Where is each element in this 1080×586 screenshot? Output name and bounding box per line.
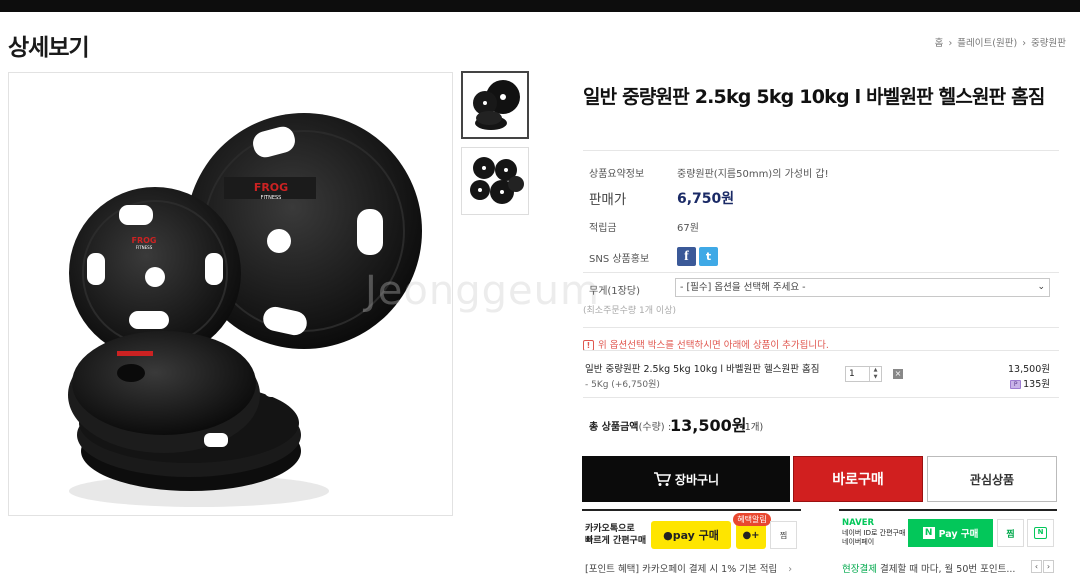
sns-label: SNS 상품홍보 xyxy=(589,254,650,265)
option-label: 무게(1장당) xyxy=(589,286,640,297)
naver-event-body: 결제할 때 마다, 월 50번 포인트... xyxy=(880,564,1016,575)
buy-now-button[interactable]: 바로구매 xyxy=(793,456,923,502)
total-label: 총 상품금액(수량) : xyxy=(589,418,671,433)
talk-icon: N xyxy=(1034,527,1047,539)
total-count: (1개) xyxy=(741,422,764,433)
naver-sub-line2: 네이버페이 xyxy=(842,538,875,546)
selected-item-name: 일반 중량원판 2.5kg 5kg 10kg l 바벨원판 헬스원판 홈짐 xyxy=(585,364,820,375)
selected-item-option: - 5Kg (+6,750원) xyxy=(585,380,660,390)
next-arrow-icon[interactable]: › xyxy=(1043,560,1054,573)
naver-zzim-button[interactable]: 찜 xyxy=(997,519,1024,547)
quantity-stepper[interactable]: 1 ▲ ▼ xyxy=(845,366,882,382)
selected-item-point: P 135원 xyxy=(1010,376,1050,390)
naver-event-green: 현장결제 xyxy=(842,564,877,575)
naver-n-icon: N xyxy=(922,527,935,539)
naver-pay-button[interactable]: N Pay 구매 xyxy=(908,519,993,547)
naver-logo: NAVER xyxy=(842,518,875,528)
prev-arrow-icon[interactable]: ‹ xyxy=(1031,560,1042,573)
divider xyxy=(583,327,1059,328)
weight-plates-image: FROG FITNESS FROG FITNESS xyxy=(68,113,422,507)
kakao-benefit-badge: 혜택알림 xyxy=(733,513,771,526)
breadcrumb: 홈 › 플레이트(원판) › 중량원판 xyxy=(935,35,1066,49)
option-notice: ! 위 옵션선택 박스를 선택하시면 아래에 상품이 추가됩니다. xyxy=(583,337,829,351)
selected-item-price: 13,500원 xyxy=(1008,364,1050,375)
option-select[interactable]: - [필수] 옵션을 선택해 주세요 - ⌄ xyxy=(675,278,1050,297)
naver-pay-label: Pay 구매 xyxy=(938,529,979,540)
facebook-icon[interactable]: f xyxy=(677,247,696,266)
kakao-description: 카카오톡으로 빠르게 간편구매 xyxy=(585,523,646,547)
brand-print: FROG xyxy=(254,181,288,194)
divider xyxy=(583,272,1059,273)
kakao-text-line1: 카카오톡으로 xyxy=(585,524,635,534)
twitter-icon[interactable]: t xyxy=(699,247,718,266)
divider xyxy=(583,397,1059,398)
page-title: 상세보기 xyxy=(8,35,90,61)
breadcrumb-plate[interactable]: 플레이트(원판) xyxy=(957,38,1017,49)
naver-sub-line1: 네이버 ID로 간편구매 xyxy=(842,529,906,537)
naver-divider xyxy=(839,509,1057,511)
kakao-text-line2: 빠르게 간편구매 xyxy=(585,536,647,546)
point-benefit-text: 카카오페이 결제 시 1% 기본 적립 xyxy=(642,564,778,575)
cart-icon xyxy=(653,472,671,486)
thumbnail-image xyxy=(473,80,520,130)
stepper-arrows-icon[interactable]: ▲ ▼ xyxy=(869,367,881,381)
points-value: 67원 xyxy=(677,223,699,234)
top-bar xyxy=(0,0,1080,12)
option-select-value: - [필수] 옵션을 선택해 주세요 - xyxy=(680,282,806,293)
divider xyxy=(583,350,1059,351)
total-value: 13,500원 xyxy=(670,416,747,435)
price-label: 판매가 xyxy=(589,192,627,208)
add-to-cart-button[interactable]: 장바구니 xyxy=(582,456,790,502)
naver-sub: 네이버 ID로 간편구매 네이버페이 xyxy=(842,529,905,547)
summary-label: 상품요약정보 xyxy=(589,169,645,180)
breadcrumb-home[interactable]: 홈 xyxy=(935,38,944,49)
total-label-text: 총 상품금액 xyxy=(589,422,639,433)
add-to-cart-label: 장바구니 xyxy=(674,472,720,487)
kakao-divider xyxy=(582,509,801,511)
selected-item-point-value: 135원 xyxy=(1023,379,1050,390)
divider xyxy=(583,150,1059,151)
breadcrumb-separator: › xyxy=(948,38,953,49)
product-title: 일반 중량원판 2.5kg 5kg 10kg l 바벨원판 헬스원판 홈짐 xyxy=(583,86,1045,108)
quantity-value: 1 xyxy=(849,369,855,379)
thumbnail-image xyxy=(470,157,524,204)
kakao-point-benefit[interactable]: [포인트 혜택] 카카오페이 결제 시 1% 기본 적립 › xyxy=(585,561,792,575)
thumbnail-2[interactable] xyxy=(461,147,529,215)
naver-talktalk-button[interactable]: N xyxy=(1027,519,1054,547)
point-icon: P xyxy=(1010,380,1022,389)
brand-print: FROG xyxy=(132,236,157,245)
min-qty-note: (최소주문수량 1개 이상) xyxy=(583,306,676,316)
price-value: 6,750원 xyxy=(677,191,735,207)
naver-event-text[interactable]: 현장결제 결제할 때 마다, 월 50번 포인트... xyxy=(842,561,1028,575)
brand-print: FITNESS xyxy=(136,245,153,250)
thumbnail-1[interactable] xyxy=(461,71,529,139)
wishlist-button[interactable]: 관심상품 xyxy=(927,456,1057,502)
points-label: 적립금 xyxy=(589,223,617,234)
kakao-zzim-button[interactable]: 찜 xyxy=(770,521,797,549)
chevron-right-icon: › xyxy=(788,564,793,575)
total-label-suffix: (수량) : xyxy=(638,422,672,433)
breadcrumb-weight-plate[interactable]: 중량원판 xyxy=(1031,38,1066,49)
chevron-down-icon: ⌄ xyxy=(1037,282,1045,292)
point-benefit-label: [포인트 혜택] xyxy=(585,564,640,575)
summary-value: 중량원판(지름50mm)의 가성비 갑! xyxy=(677,169,829,180)
kakao-pay-button[interactable]: ●pay 구매 xyxy=(651,521,731,549)
remove-item-button[interactable]: × xyxy=(893,369,903,379)
breadcrumb-separator: › xyxy=(1022,38,1026,49)
brand-print: FITNESS xyxy=(261,195,282,201)
main-product-image[interactable]: FROG FITNESS FROG FITNESS xyxy=(8,72,453,516)
